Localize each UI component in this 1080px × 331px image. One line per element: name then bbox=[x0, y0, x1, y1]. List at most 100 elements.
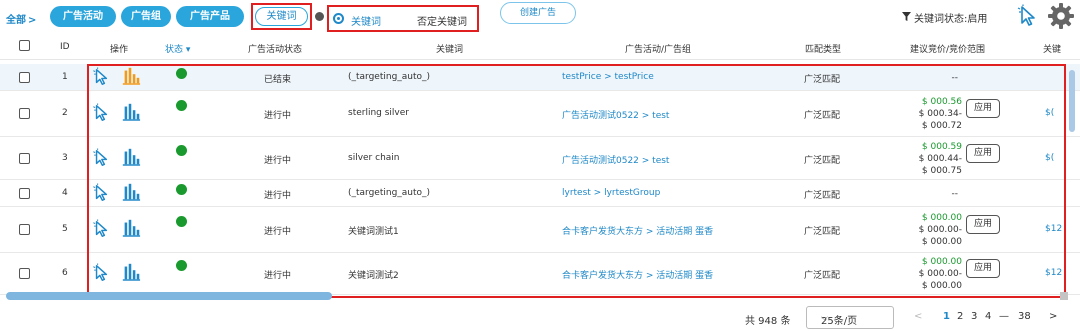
horizontal-scrollbar-thumb[interactable] bbox=[6, 292, 332, 300]
bar-chart-icon[interactable] bbox=[121, 262, 141, 285]
radio-keyword-label[interactable]: 关键词 bbox=[351, 13, 381, 28]
match-type-text: 广泛匹配 bbox=[804, 190, 841, 201]
col-header-action: 操作 bbox=[110, 45, 129, 55]
campaign-status-text: 进行中 bbox=[264, 111, 292, 121]
total-count: 共 948 条 bbox=[745, 316, 791, 327]
status-active-dot[interactable] bbox=[176, 216, 187, 227]
tab-campaigns[interactable]: 广告活动 bbox=[50, 6, 116, 27]
bar-chart-icon[interactable] bbox=[121, 147, 141, 170]
row-checkbox[interactable] bbox=[19, 268, 30, 279]
cursor-click-icon[interactable] bbox=[92, 219, 112, 242]
bid-range-line: $ 000.00 bbox=[921, 257, 962, 267]
row-checkbox[interactable] bbox=[19, 224, 30, 235]
next-page-button[interactable]: > bbox=[1049, 311, 1057, 322]
radio-negative-keyword-label[interactable]: 否定关键词 bbox=[417, 13, 467, 28]
separator-dot bbox=[315, 12, 324, 21]
keyword-text: sterling silver bbox=[348, 108, 409, 118]
apply-bid-button[interactable]: 应用 bbox=[966, 215, 1000, 234]
row-checkbox[interactable] bbox=[19, 108, 30, 119]
col-header-bid-range: 建议竞价/竞价范围 bbox=[910, 45, 986, 55]
bar-chart-icon[interactable] bbox=[121, 218, 141, 241]
cursor-click-icon[interactable] bbox=[92, 263, 112, 286]
table-row[interactable]: 6 进行中 关键词测试2 合卡客户发货大东方 > 活动活期 蛋香 广泛匹配 $ 000.0… bbox=[0, 253, 1080, 295]
bar-chart-icon[interactable] bbox=[121, 182, 141, 205]
horizontal-scrollbar-end[interactable] bbox=[1060, 292, 1068, 300]
bid-range-line: $ 000.00- bbox=[918, 269, 962, 279]
truncated-cell: $( bbox=[1045, 152, 1055, 163]
campaign-group-link[interactable]: 广告活动测试0522 > test bbox=[562, 153, 669, 166]
row-checkbox[interactable] bbox=[19, 187, 30, 199]
campaign-group-link[interactable]: lyrtest > lyrtestGroup bbox=[562, 188, 660, 198]
create-ad-button[interactable]: 创建广告 bbox=[500, 2, 576, 24]
keyword-type-toggle: 关键词 否定关键词 bbox=[327, 5, 479, 32]
status-active-dot[interactable] bbox=[176, 144, 187, 156]
chevron-down-icon: ⌵ bbox=[821, 313, 828, 323]
status-active-dot[interactable] bbox=[176, 100, 187, 111]
page-38[interactable]: 38 bbox=[1018, 311, 1031, 322]
bid-range-line: $ 000.72 bbox=[921, 121, 962, 131]
keyword-status-filter[interactable]: 关键词状态:启用 bbox=[914, 10, 987, 25]
cursor-click-icon[interactable] bbox=[92, 182, 112, 206]
table-row[interactable]: 5 进行中 关键词测试1 合卡客户发货大东方 > 活动活期 蛋香 广泛匹配 $ 000.0… bbox=[0, 207, 1080, 253]
row-id: 3 bbox=[62, 152, 68, 163]
tab-ad-groups[interactable]: 广告组 bbox=[121, 6, 171, 27]
match-type-text: 广泛匹配 bbox=[804, 271, 841, 281]
status-active-dot[interactable] bbox=[176, 184, 187, 195]
table-row[interactable]: 2 进行中 sterling silver 广告活动测试0522 > test 广泛匹配… bbox=[0, 91, 1080, 137]
filter-icon[interactable] bbox=[902, 12, 911, 21]
bid-range: -- bbox=[952, 72, 959, 84]
campaign-group-link[interactable]: testPrice > testPrice bbox=[562, 72, 654, 82]
campaign-group-link[interactable]: 合卡客户发货大东方 > 活动活期 蛋香 bbox=[562, 268, 713, 281]
row-checkbox[interactable] bbox=[19, 152, 30, 164]
status-active-dot[interactable] bbox=[176, 68, 187, 79]
campaign-group-link[interactable]: 合卡客户发货大东方 > 活动活期 蛋香 bbox=[562, 224, 713, 237]
page-2[interactable]: 2 bbox=[957, 311, 963, 322]
gear-icon[interactable] bbox=[1047, 2, 1075, 30]
col-header-status[interactable]: 状态 ▾ bbox=[165, 42, 190, 55]
breadcrumb-arrow: > bbox=[28, 15, 37, 26]
row-id: 2 bbox=[62, 108, 68, 118]
table-header: ID 操作 状态 ▾ 广告活动状态 关键词 广告活动/广告组 匹配类型 建议竞价… bbox=[0, 36, 1080, 60]
toolbar: 全部 > 广告活动 广告组 广告产品 关键词 关键词 否定关键词 创建广告 关键词… bbox=[0, 0, 1080, 36]
apply-bid-button[interactable]: 应用 bbox=[966, 259, 1000, 278]
cursor-click-icon[interactable] bbox=[92, 103, 112, 126]
select-all-checkbox[interactable] bbox=[19, 40, 30, 51]
campaign-group-link[interactable]: 广告活动测试0522 > test bbox=[562, 108, 669, 121]
page-3[interactable]: 3 bbox=[971, 311, 977, 322]
col-header-id[interactable]: ID bbox=[60, 42, 70, 52]
bid-range: $ 000.59 $ 000.44- $ 000.75 bbox=[919, 141, 962, 177]
bid-range-line: -- bbox=[951, 188, 959, 199]
bid-range-line: $ 000.00 bbox=[921, 281, 962, 291]
table-row[interactable]: 4 进行中 (_targeting_auto_) lyrtest > lyrtestG… bbox=[0, 180, 1080, 207]
bid-range-line: $ 000.44- bbox=[918, 153, 962, 164]
breadcrumb-all[interactable]: 全部 > bbox=[6, 11, 36, 26]
cursor-click-icon[interactable] bbox=[92, 66, 112, 90]
page-1[interactable]: 1 bbox=[943, 311, 950, 322]
keyword-text: (_targeting_auto_) bbox=[348, 71, 431, 82]
col-header-campaign-status: 广告活动状态 bbox=[248, 45, 303, 55]
row-checkbox[interactable] bbox=[19, 71, 30, 83]
page-ellipsis[interactable]: — bbox=[999, 311, 1009, 322]
status-active-dot[interactable] bbox=[176, 260, 187, 271]
apply-bid-button[interactable]: 应用 bbox=[966, 143, 1000, 163]
sort-caret-icon[interactable]: ▾ bbox=[183, 45, 191, 55]
truncated-cell: $12 bbox=[1045, 268, 1063, 278]
bar-chart-icon[interactable] bbox=[121, 66, 141, 89]
vertical-scrollbar[interactable] bbox=[1069, 70, 1075, 132]
cursor-click-icon[interactable] bbox=[1016, 4, 1040, 28]
table-row[interactable]: 1 已结束 (_targeting_auto_) testPrice > testPr… bbox=[0, 64, 1080, 91]
tab-ad-products[interactable]: 广告产品 bbox=[176, 6, 244, 27]
campaign-status-text: 进行中 bbox=[264, 227, 292, 237]
prev-page-button[interactable]: < bbox=[914, 311, 922, 322]
pagination: 共 948 条 25条/页 ⌵ < 1 2 3 4 — 38 > bbox=[0, 303, 1080, 331]
col-header-truncated: 关键 bbox=[1043, 45, 1062, 55]
bid-range: $ 000.56 $ 000.34- $ 000.72 bbox=[919, 96, 962, 132]
page-size-select[interactable]: 25条/页 ⌵ bbox=[806, 306, 894, 329]
apply-bid-button[interactable]: 应用 bbox=[966, 99, 1000, 118]
page-4[interactable]: 4 bbox=[985, 311, 991, 322]
bar-chart-icon[interactable] bbox=[121, 102, 141, 125]
table-row[interactable]: 3 进行中 silver chain 广告活动测试0522 > test 广泛匹配 $ 0… bbox=[0, 137, 1080, 180]
cursor-click-icon[interactable] bbox=[92, 147, 112, 171]
radio-keyword[interactable] bbox=[333, 13, 344, 24]
tab-keywords[interactable]: 关键词 bbox=[255, 7, 308, 26]
